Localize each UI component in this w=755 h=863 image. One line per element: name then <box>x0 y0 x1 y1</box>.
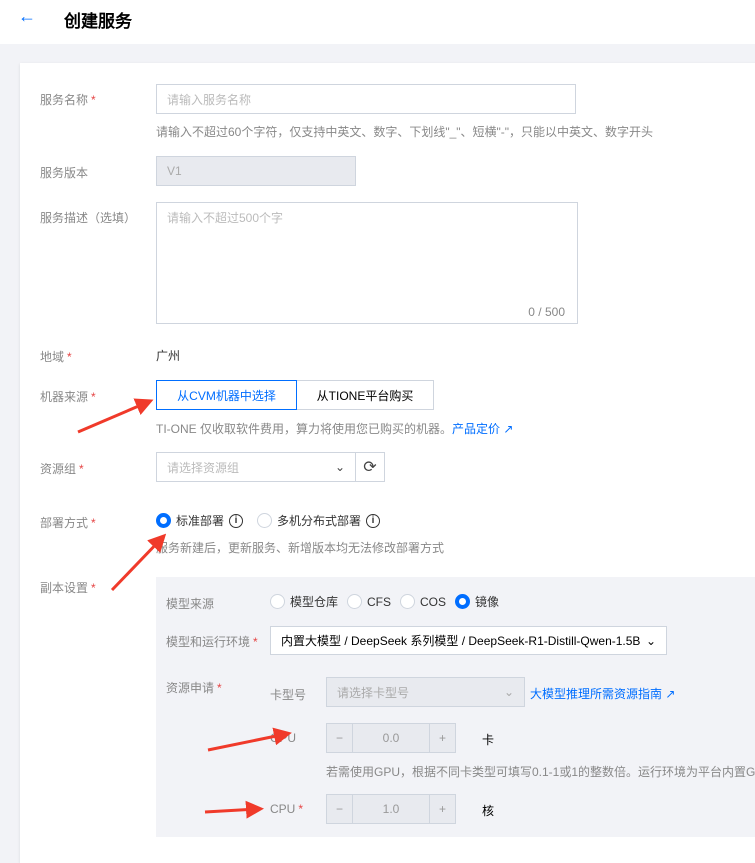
annotation-arrow <box>204 800 264 819</box>
annotation-arrow <box>207 727 292 752</box>
annotation-arrow <box>77 398 154 434</box>
annotation-arrows <box>77 398 292 819</box>
annotation-arrow <box>110 533 167 592</box>
